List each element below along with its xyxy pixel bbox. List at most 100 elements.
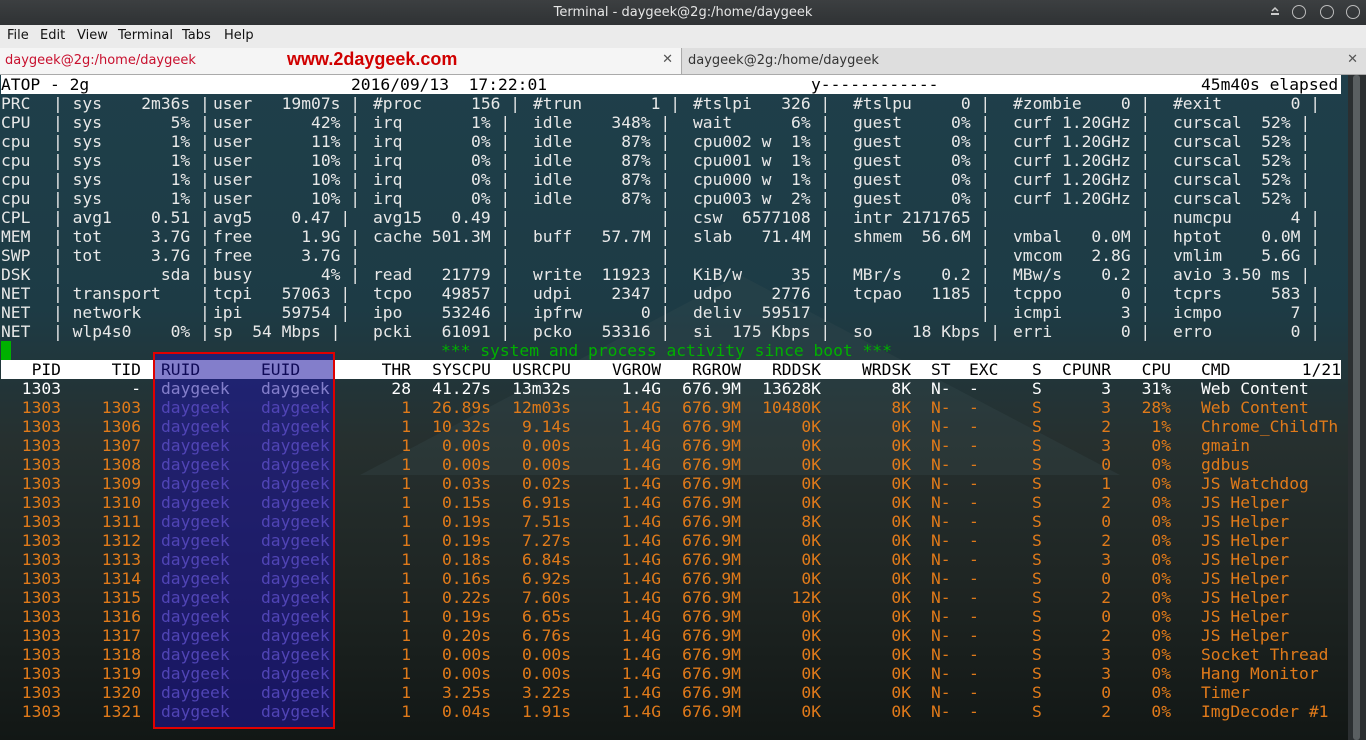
system-field: erri 0 | [1013,322,1151,341]
process-usrcpu: 6.92s [521,569,571,588]
process-exc: - [969,683,979,702]
process-pid: 1303 [21,702,61,721]
process-st: N- [931,436,951,455]
process-tid: 1313 [101,550,141,569]
tab-label: daygeek@2g:/home/daygeek [5,53,196,68]
terminal-area[interactable]: ATOP - 2g 2016/09/13 17:22:01 y-----------… [0,75,1348,740]
menu-view[interactable]: View [77,28,108,43]
process-vgrow: 1.4G [621,436,661,455]
system-field: read 21779 | [373,265,511,284]
shade-button-icon[interactable] [1292,5,1306,19]
system-field: irq 0% | [373,189,511,208]
process-rgrow: 676.9M [682,569,741,588]
process-rgrow: 676.9M [682,550,741,569]
process-cpunr: 2 [1101,417,1111,436]
system-field: write 11923 | [533,265,671,284]
system-field: guest 0% | [853,189,991,208]
process-thr: 1 [401,588,411,607]
process-wrdsk: 0K [891,569,911,588]
process-euid: daygeek [261,379,330,398]
process-wrdsk: 0K [891,645,911,664]
system-field: curf 1.20GHz | [1013,113,1151,132]
process-rddsk: 13628K [762,379,821,398]
system-field: avg15 0.49 | [373,208,511,227]
process-cpunr: 2 [1101,531,1111,550]
column-header-cpunr: CPUNR [1061,360,1111,379]
process-pid: 1303 [21,379,61,398]
close-button-icon[interactable] [1346,5,1360,19]
process-ruid: daygeek [161,531,230,550]
tab-label: daygeek@2g:/home/daygeek [688,53,879,68]
process-cpunr: 3 [1101,550,1111,569]
process-s: S [1032,683,1042,702]
process-s: S [1032,512,1042,531]
process-cmd: Socket Thread [1201,645,1329,664]
tab-close-icon[interactable]: ✕ [1347,52,1358,67]
process-cmd: JS Helper [1201,588,1290,607]
system-field: curscal 52% | [1173,113,1311,132]
process-cmd: Timer [1201,683,1251,702]
system-field: | [373,246,511,265]
menu-help[interactable]: Help [224,28,254,43]
system-field: curscal 52% | [1173,189,1311,208]
system-field: curscal 52% | [1173,132,1311,151]
system-field: idle 87% | [533,189,671,208]
system-field: udpi 2347 | [533,284,671,303]
process-rddsk: 0K [801,569,821,588]
column-header-tid: TID [111,360,141,379]
column-header-vgrow: VGROW [611,360,661,379]
scrollbar-thumb[interactable] [1353,75,1360,740]
process-tid: 1315 [101,588,141,607]
maximize-button-icon[interactable] [1320,5,1334,19]
process-rgrow: 676.9M [682,436,741,455]
menu-edit[interactable]: Edit [40,28,65,43]
tab-close-icon[interactable]: ✕ [662,52,673,67]
process-rgrow: 676.9M [682,493,741,512]
atop-header-field: ATOP - 2g [1,75,90,94]
system-field: | wlp4s0 0% | [53,322,210,341]
process-euid: daygeek [261,588,330,607]
process-euid: daygeek [261,664,330,683]
activity-message-text: *** system and process activity since bo… [441,341,892,360]
process-tid: 1310 [101,493,141,512]
process-cpunr: 2 [1101,626,1111,645]
tab-terminal-2[interactable]: daygeek@2g:/home/daygeek ✕ [683,48,1366,74]
column-header-s: S [1032,360,1042,379]
process-cmd: Hang Monitor [1201,664,1319,683]
process-cpunr: 3 [1101,379,1111,398]
menu-tabs[interactable]: Tabs [182,28,211,43]
process-cmd: gdbus [1201,455,1251,474]
process-exc: - [969,493,979,512]
process-usrcpu: 0.00s [521,436,571,455]
column-header-usrcpu: USRCPU [512,360,571,379]
process-ruid: daygeek [161,626,230,645]
menu-file[interactable]: File [7,28,29,43]
process-st: N- [931,702,951,721]
column-header-rddsk: RDDSK [771,360,821,379]
scrollbar[interactable] [1348,75,1366,740]
process-vgrow: 1.4G [621,398,661,417]
process-cpu: 0% [1151,645,1171,664]
process-usrcpu: 1.91s [521,702,571,721]
process-syscpu: 0.00s [441,645,491,664]
system-field: vmbal 0.0M | [1013,227,1151,246]
system-field: cpu [1,151,31,170]
process-s: S [1032,702,1042,721]
process-rgrow: 676.9M [682,512,741,531]
menu-terminal[interactable]: Terminal [118,28,173,43]
process-rgrow: 676.9M [682,379,741,398]
process-cpu: 0% [1151,474,1171,493]
process-wrdsk: 0K [891,455,911,474]
system-field: | [693,246,831,265]
process-st: N- [931,493,951,512]
process-cpunr: 1 [1101,474,1111,493]
process-s: S [1032,588,1042,607]
process-cpunr: 0 [1101,455,1111,474]
process-cpunr: 0 [1101,607,1111,626]
process-thr: 1 [401,683,411,702]
process-thr: 1 [401,550,411,569]
process-rgrow: 676.9M [682,645,741,664]
process-vgrow: 1.4G [621,702,661,721]
minimize-icon[interactable] [1268,5,1282,19]
process-wrdsk: 0K [891,493,911,512]
